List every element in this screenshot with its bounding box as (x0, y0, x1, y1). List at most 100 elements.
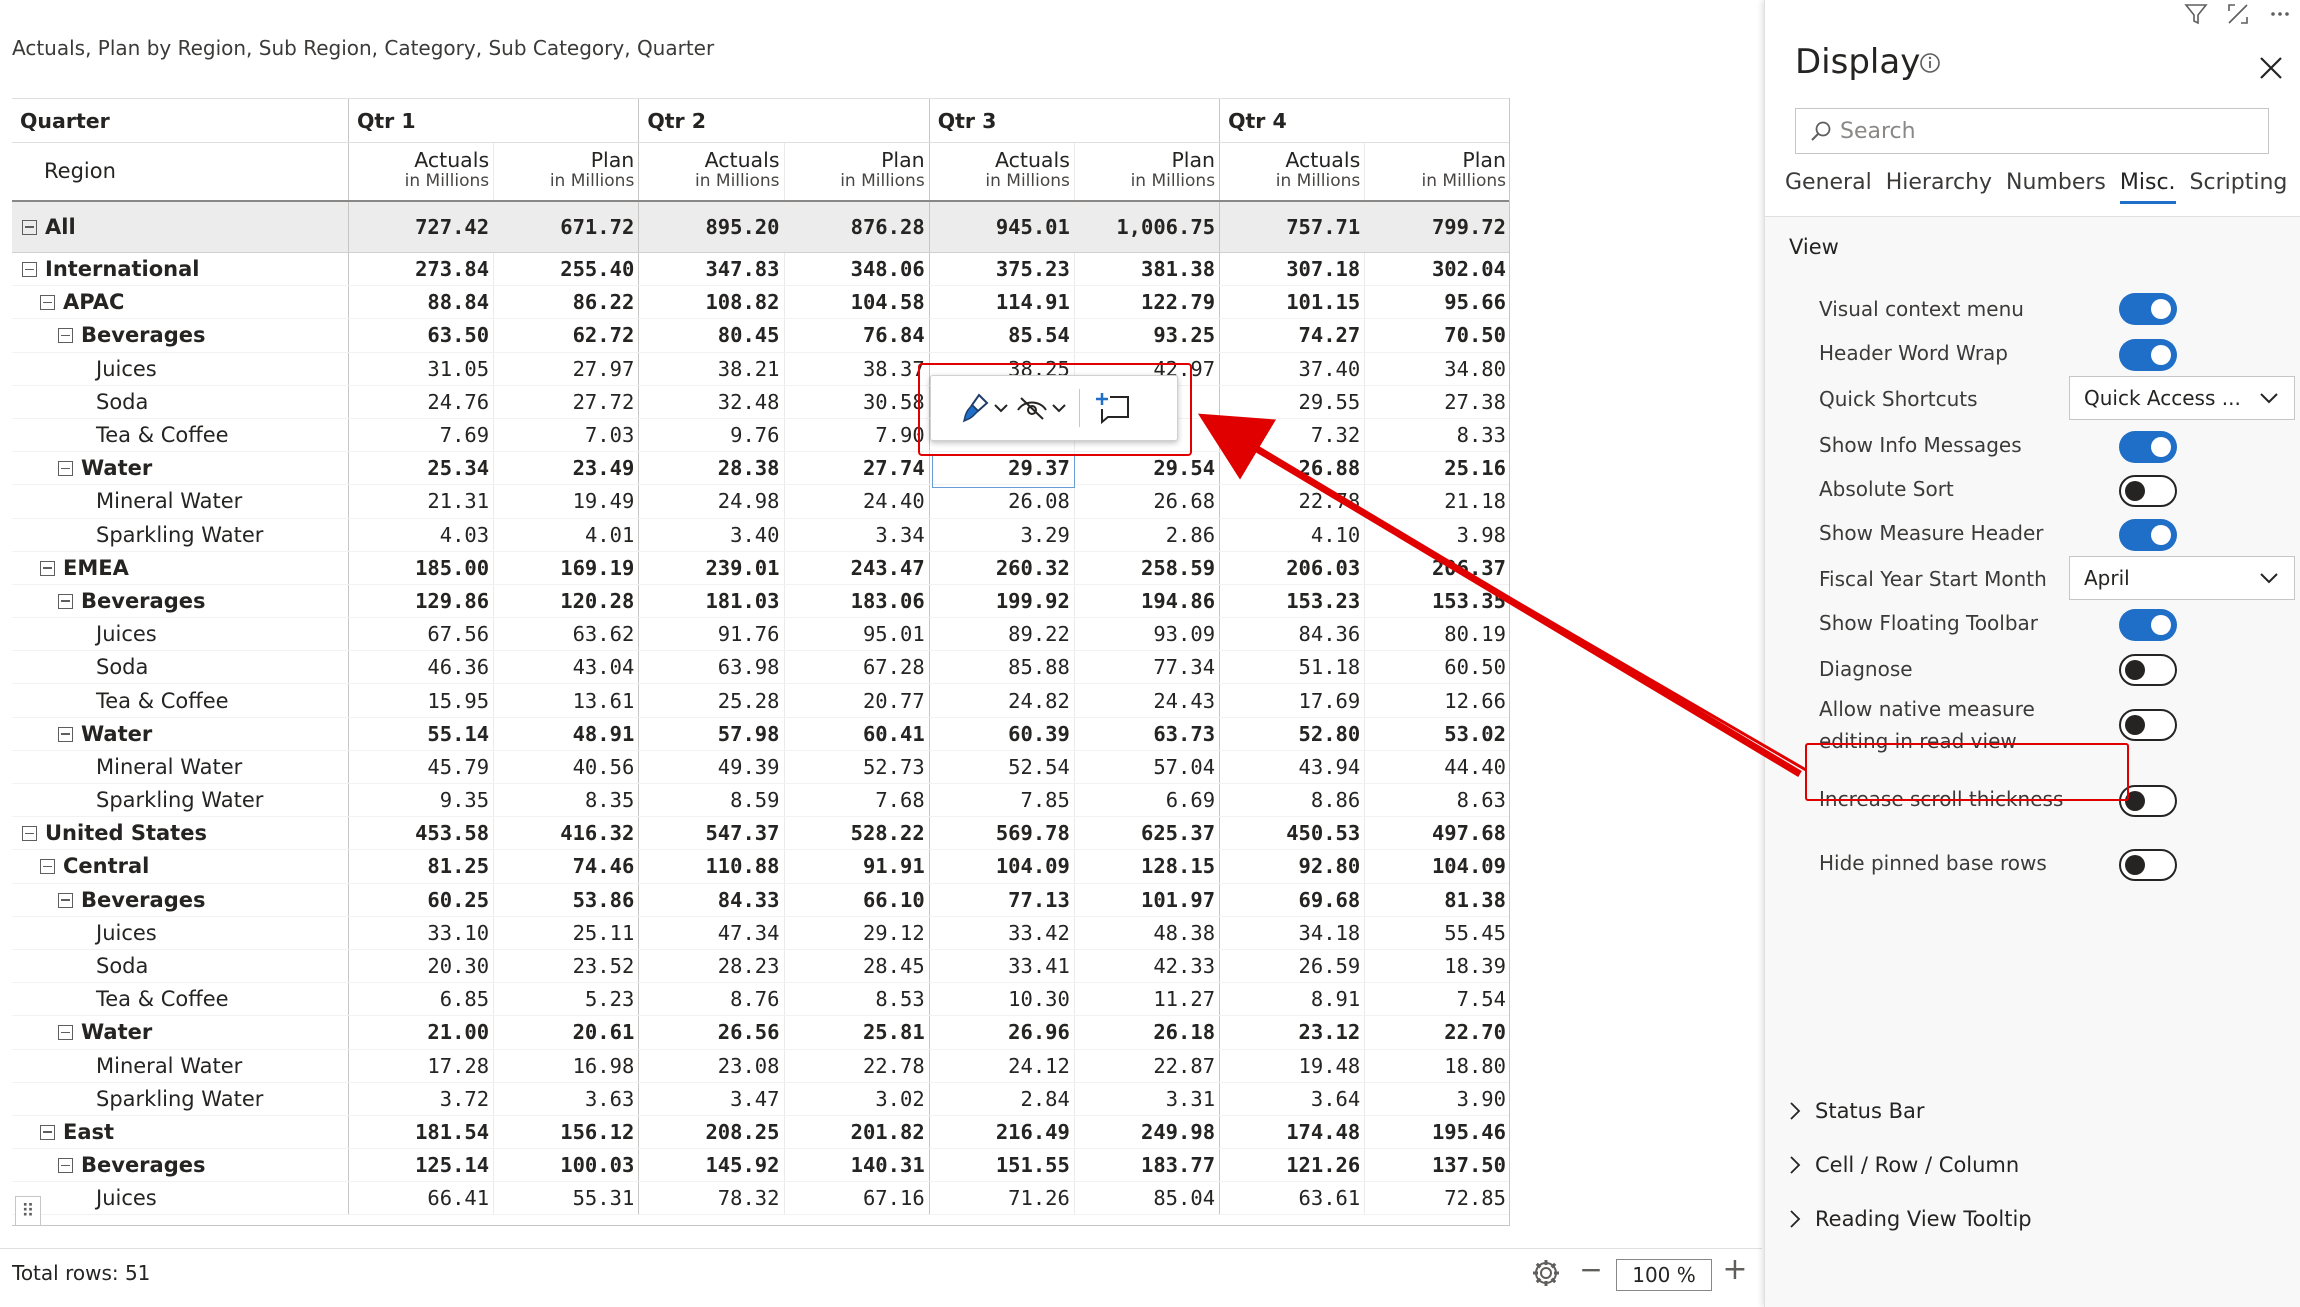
collapse-icon[interactable] (40, 295, 55, 311)
value-cell[interactable]: 181.54 (347, 1115, 494, 1150)
fiscal-year-start-dropdown[interactable]: April (2069, 556, 2295, 600)
value-cell[interactable]: 37.40 (1219, 352, 1365, 386)
value-cell[interactable]: 31.05 (347, 352, 494, 386)
close-icon[interactable] (2257, 54, 2285, 82)
value-cell[interactable]: 26.68 (1073, 484, 1220, 519)
row-label-cell[interactable]: International (12, 252, 349, 287)
row-label-cell[interactable]: Water (12, 451, 349, 486)
quarter-header-2[interactable]: Qtr 2 (638, 98, 930, 143)
value-cell[interactable]: 86.22 (493, 285, 639, 320)
header-word-wrap-toggle[interactable] (2119, 339, 2177, 371)
value-cell[interactable]: 57.98 (638, 717, 784, 751)
value-cell[interactable]: 497.68 (1364, 816, 1509, 851)
value-cell[interactable]: 307.18 (1219, 252, 1365, 287)
show-info-messages-toggle[interactable] (2119, 431, 2177, 463)
value-cell[interactable]: 44.40 (1364, 750, 1509, 785)
value-cell[interactable]: 24.76 (347, 385, 494, 419)
value-cell[interactable]: 55.31 (493, 1181, 639, 1216)
value-cell[interactable]: 34.80 (1364, 352, 1509, 386)
value-cell[interactable]: 16.98 (493, 1049, 639, 1083)
value-cell[interactable]: 84.33 (638, 883, 784, 917)
value-cell[interactable]: 23.49 (493, 451, 639, 486)
value-cell[interactable]: 347.83 (638, 252, 784, 287)
value-cell[interactable]: 46.36 (347, 650, 494, 685)
value-cell[interactable]: 24.82 (928, 683, 1075, 718)
row-resize-handle[interactable]: ⠿ (15, 1196, 41, 1226)
value-cell[interactable]: 85.54 (928, 318, 1075, 353)
value-cell[interactable]: 243.47 (783, 551, 930, 585)
value-cell[interactable]: 80.19 (1364, 617, 1509, 652)
collapse-icon[interactable] (58, 593, 73, 609)
value-cell[interactable]: 70.50 (1364, 318, 1509, 353)
value-cell[interactable]: 416.32 (493, 816, 639, 851)
value-cell[interactable]: 174.48 (1219, 1115, 1365, 1150)
value-cell[interactable]: 4.01 (493, 518, 639, 552)
value-cell[interactable]: 381.38 (1073, 252, 1220, 287)
value-cell[interactable]: 100.03 (493, 1148, 639, 1183)
value-cell[interactable]: 183.77 (1073, 1148, 1220, 1183)
row-label-cell[interactable]: Water (12, 1015, 349, 1050)
value-cell[interactable]: 20.30 (347, 949, 494, 984)
value-cell[interactable]: 8.59 (638, 783, 784, 818)
value-cell[interactable]: 30.58 (783, 385, 930, 419)
section-reading-view-tooltip[interactable]: Reading View Tooltip (1789, 1207, 2032, 1231)
value-cell[interactable]: 22.78 (1219, 484, 1365, 519)
value-cell[interactable]: 24.43 (1073, 683, 1220, 718)
value-cell[interactable]: 40.56 (493, 750, 639, 785)
value-cell[interactable]: 108.82 (638, 285, 784, 320)
zoom-level-input[interactable]: 100 % (1616, 1259, 1712, 1291)
value-cell[interactable]: 95.01 (783, 617, 930, 652)
collapse-icon[interactable] (58, 726, 73, 742)
value-cell[interactable]: 569.78 (928, 816, 1075, 851)
value-cell[interactable]: 51.18 (1219, 650, 1365, 685)
value-cell[interactable]: 29.37 (928, 451, 1075, 486)
value-cell[interactable]: 29.12 (783, 916, 930, 950)
value-cell[interactable]: 63.61 (1219, 1181, 1365, 1216)
pane-search-box[interactable] (1795, 108, 2269, 154)
measure-header-actuals[interactable]: Actuals in Millions (347, 142, 494, 202)
value-cell[interactable]: 156.12 (493, 1115, 639, 1150)
value-cell[interactable]: 63.98 (638, 650, 784, 685)
row-label-cell[interactable]: Juices (12, 1181, 349, 1216)
value-cell[interactable]: 10.30 (928, 982, 1075, 1017)
value-cell[interactable]: 3.64 (1219, 1082, 1365, 1116)
value-cell[interactable]: 199.92 (928, 584, 1075, 619)
value-cell[interactable]: 66.41 (347, 1181, 494, 1216)
value-cell[interactable]: 26.88 (1219, 451, 1365, 486)
value-cell[interactable]: 17.69 (1219, 683, 1365, 718)
value-cell[interactable]: 375.23 (928, 252, 1075, 287)
value-cell[interactable]: 76.84 (783, 318, 930, 353)
value-cell[interactable]: 17.28 (347, 1049, 494, 1083)
visual-context-menu-toggle[interactable] (2119, 293, 2177, 325)
value-cell[interactable]: 110.88 (638, 849, 784, 884)
value-cell[interactable]: 273.84 (347, 252, 494, 287)
value-cell[interactable]: 153.35 (1364, 584, 1509, 619)
value-cell[interactable]: 185.00 (347, 551, 494, 585)
value-cell[interactable]: 216.49 (928, 1115, 1075, 1150)
value-cell[interactable]: 28.23 (638, 949, 784, 984)
row-label-cell[interactable]: Juices (12, 352, 349, 386)
search-input[interactable] (1840, 118, 2260, 144)
value-cell[interactable]: 7.54 (1364, 982, 1509, 1017)
row-label-cell[interactable]: Mineral Water (12, 1049, 349, 1083)
tab-general[interactable]: General (1785, 170, 1872, 204)
value-cell[interactable]: 24.40 (783, 484, 930, 519)
value-cell[interactable]: 125.14 (347, 1148, 494, 1183)
value-cell[interactable]: 194.86 (1073, 584, 1220, 619)
value-cell[interactable]: 7.85 (928, 783, 1075, 818)
hide-button[interactable] (1015, 388, 1069, 428)
value-cell[interactable]: 260.32 (928, 551, 1075, 585)
value-cell[interactable]: 60.41 (783, 717, 930, 751)
value-cell[interactable]: 33.42 (928, 916, 1075, 950)
value-cell[interactable]: 3.31 (1073, 1082, 1220, 1116)
value-cell[interactable]: 26.18 (1073, 1015, 1220, 1050)
value-cell[interactable]: 60.39 (928, 717, 1075, 751)
value-cell[interactable]: 120.28 (493, 584, 639, 619)
row-label-cell[interactable]: Tea & Coffee (12, 683, 349, 718)
value-cell[interactable]: 151.55 (928, 1148, 1075, 1183)
value-cell[interactable]: 129.86 (347, 584, 494, 619)
row-label-cell[interactable]: Soda (12, 385, 349, 419)
measure-header-plan[interactable]: Plan in Millions (1364, 142, 1509, 202)
value-cell[interactable]: 6.69 (1073, 783, 1220, 818)
value-cell[interactable]: 63.73 (1073, 717, 1220, 751)
